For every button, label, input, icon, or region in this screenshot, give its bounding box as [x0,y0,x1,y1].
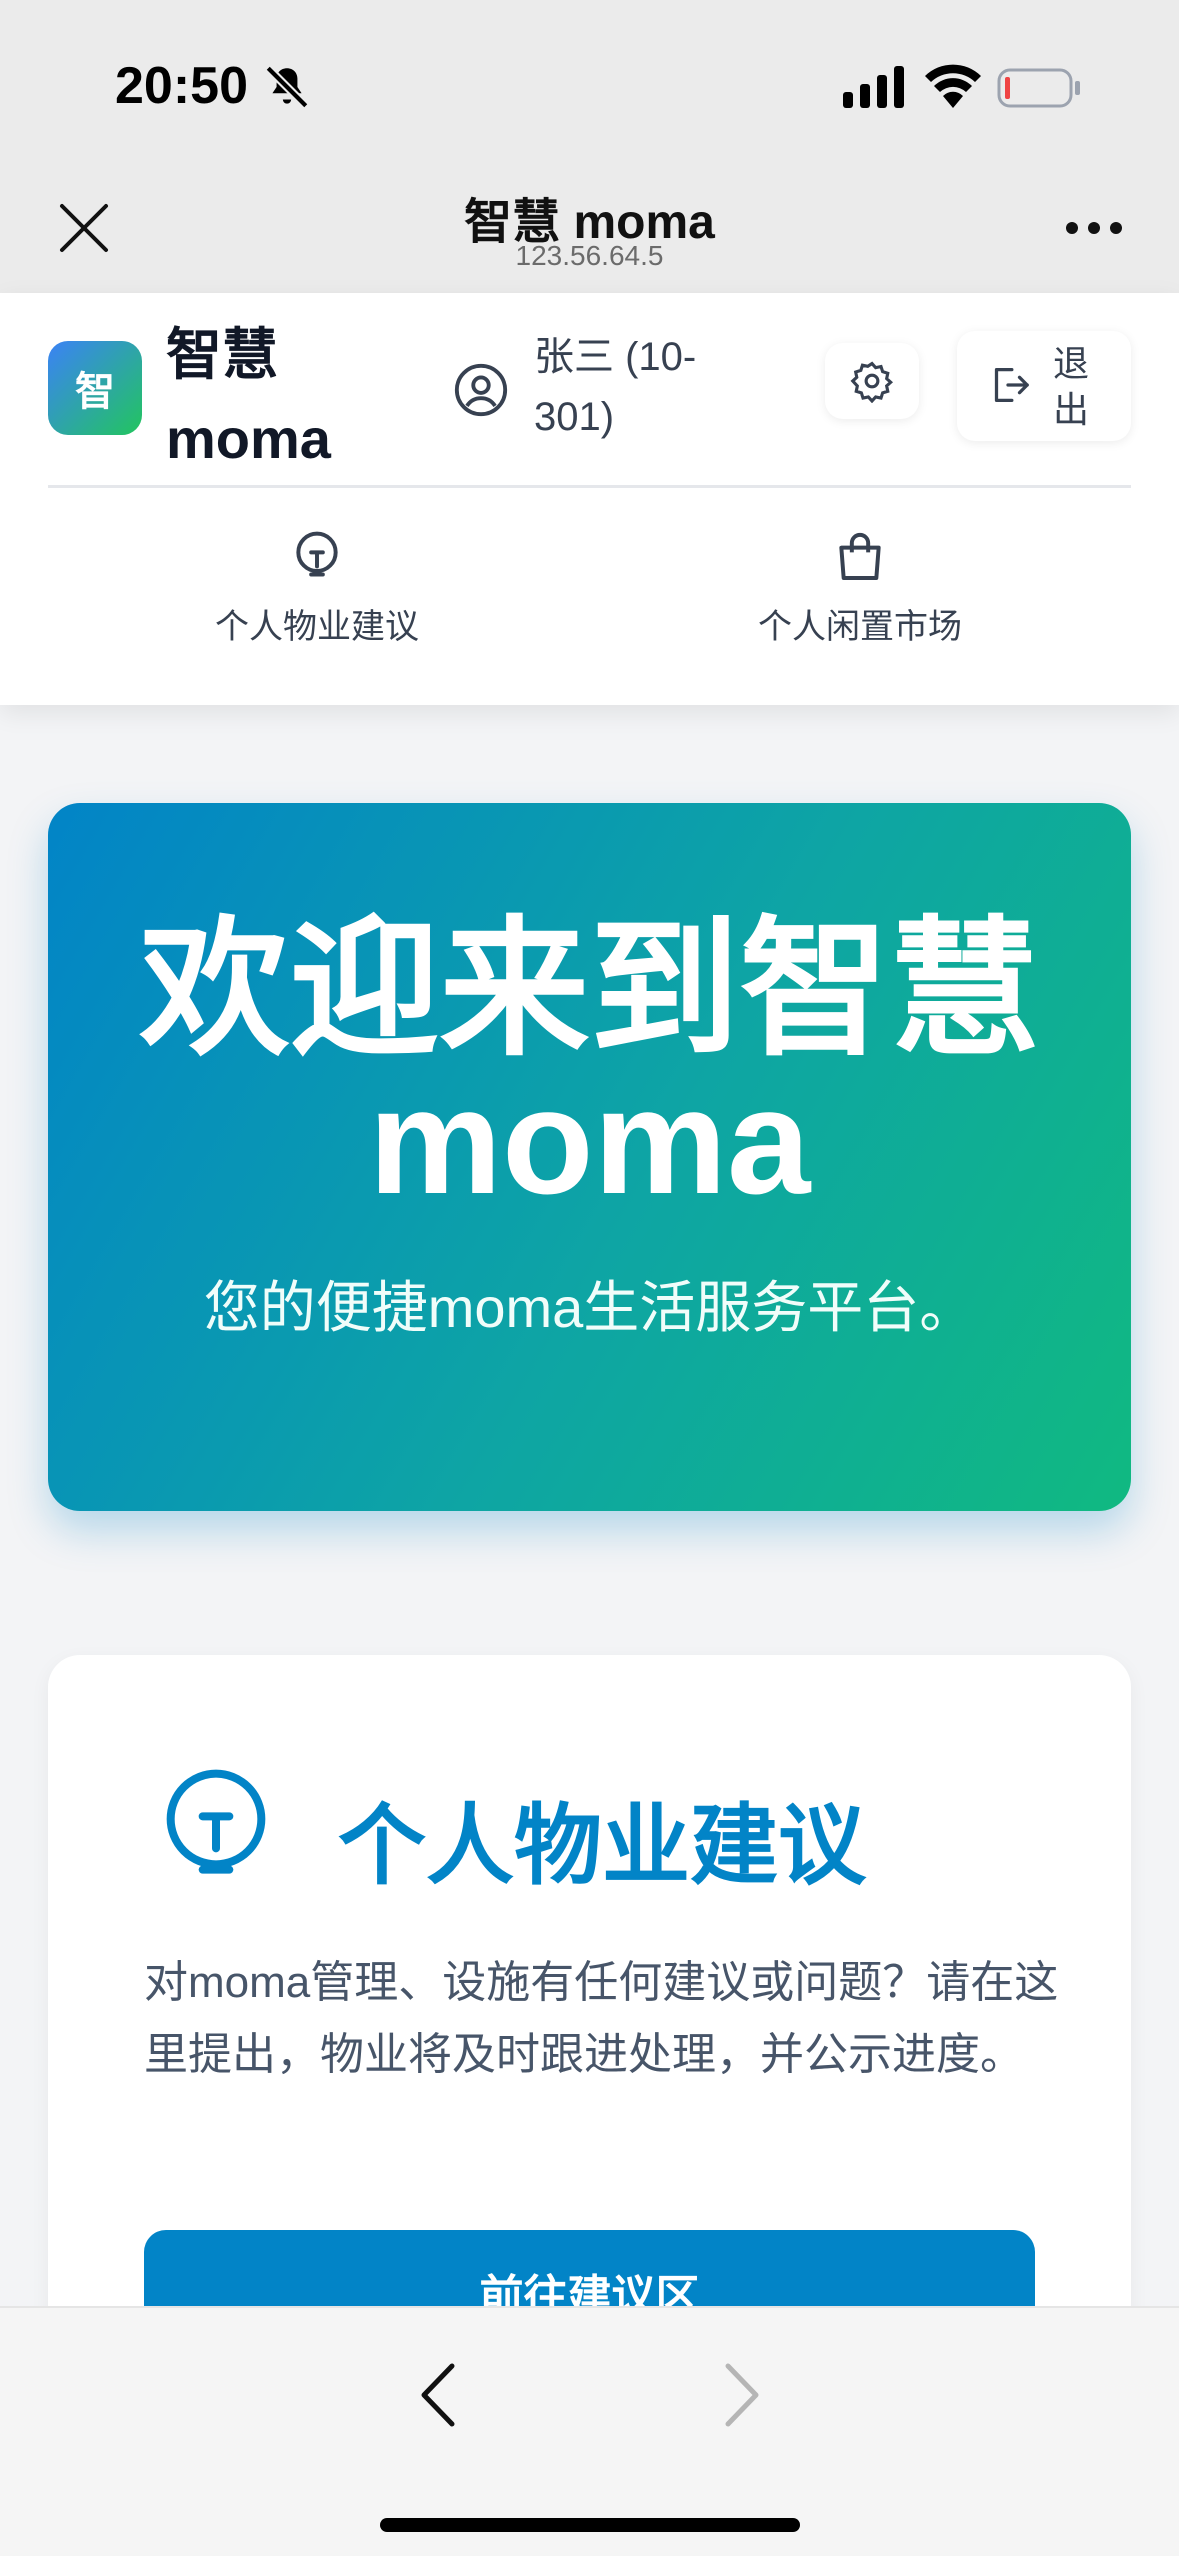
browser-bar: 智慧 moma 123.56.64.5 [0,160,1179,293]
screen: 20:50 智慧 moma 123.56.64.5 智 智慧 moma 张三 (… [0,0,1179,2556]
hero-subtitle: 您的便捷moma生活服务平台。 [203,1276,976,1339]
back-icon[interactable] [418,2360,458,2430]
home-indicator [380,2518,800,2532]
app-header: 智 智慧 moma 张三 (10-301) 退出 个人物业建议 个人闲置市场 [0,293,1179,705]
battery-icon [997,68,1080,108]
logout-button[interactable]: 退出 [957,331,1131,441]
card-description: 对moma管理、设施有任何建议或问题？请在这里提出，物业将及时跟进处理，并公示进… [144,1958,1059,2079]
hero-banner: 欢迎来到智慧 moma 您的便捷moma生活服务平台。 [48,803,1131,1511]
gear-icon [850,361,894,403]
browser-toolbar [0,2306,1179,2556]
settings-button[interactable] [825,343,919,419]
wifi-icon [925,64,981,108]
logout-icon [994,368,1029,402]
signal-icon [843,66,904,108]
status-time: 20:50 [115,57,248,115]
shopping-bag-icon [839,532,881,580]
logout-label: 退出 [1053,343,1090,430]
lightbulb-icon [296,531,338,577]
nav-label: 个人闲置市场 [758,608,962,646]
card-title: 个人物业建议 [338,1796,867,1895]
bell-slash-icon [265,65,309,109]
more-icon[interactable] [1064,220,1124,236]
browser-url[interactable]: 123.56.64.5 [0,240,1179,272]
forward-icon[interactable] [722,2360,762,2430]
status-bar: 20:50 [0,0,1179,160]
nav-label: 个人物业建议 [215,608,419,646]
logo[interactable]: 智 [48,341,142,435]
lightbulb-icon [166,1769,266,1874]
brand-name[interactable]: 智慧 moma [166,313,356,481]
suggestion-card: 个人物业建议 对moma管理、设施有任何建议或问题？请在这里提出，物业将及时跟进… [48,1655,1131,2415]
hero-title: 欢迎来到智慧 moma [139,905,1040,1225]
header-divider [48,485,1131,488]
user-circle-icon [454,363,508,417]
nav-item-market[interactable]: 个人闲置市场 [660,515,1060,655]
nav-item-suggestions[interactable]: 个人物业建议 [117,515,517,655]
user-name: 张三 (10-301) [534,335,697,439]
